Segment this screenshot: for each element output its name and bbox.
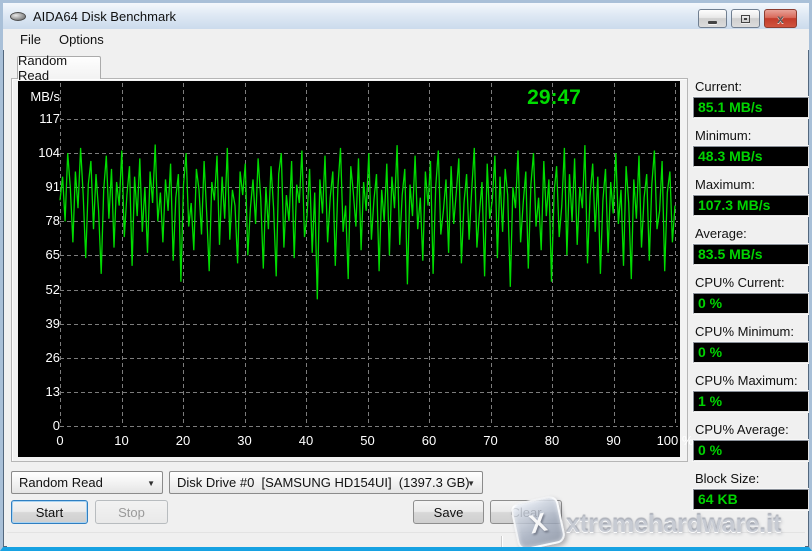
menu-bar: File Options xyxy=(3,29,809,50)
stat-row: CPU% Current: 0 % xyxy=(693,275,809,314)
disk-icon xyxy=(10,10,27,23)
stat-value: 0 % xyxy=(693,440,809,461)
stat-label: Minimum: xyxy=(695,128,809,143)
chevron-down-icon: ▼ xyxy=(467,480,475,488)
x-tick-label: 10 xyxy=(97,433,147,448)
drive-select[interactable]: Disk Drive #0 [SAMSUNG HD154UI] (1397.3 … xyxy=(169,471,483,494)
status-bar xyxy=(7,532,805,551)
stat-row: CPU% Average: 0 % xyxy=(693,422,809,461)
save-button-label: Save xyxy=(434,505,464,520)
x-tick-label: 70 xyxy=(466,433,516,448)
chart-canvas xyxy=(18,81,680,457)
x-tick-label: 100 % xyxy=(650,433,700,448)
stat-label: Maximum: xyxy=(695,177,809,192)
x-tick-label: 90 xyxy=(589,433,639,448)
y-tick-label: 0 xyxy=(26,418,60,433)
status-bar-divider xyxy=(501,536,502,549)
stat-value: 1 % xyxy=(693,391,809,412)
y-tick-label: 117 xyxy=(26,111,60,126)
x-tick-label: 0 xyxy=(35,433,85,448)
stat-label: Current: xyxy=(695,79,809,94)
stat-value: 0 % xyxy=(693,342,809,363)
menu-options[interactable]: Options xyxy=(50,30,113,49)
chevron-down-icon: ▼ xyxy=(147,480,155,488)
stat-row: Average: 83.5 MB/s xyxy=(693,226,809,265)
stat-row: Maximum: 107.3 MB/s xyxy=(693,177,809,216)
stop-button[interactable]: Stop xyxy=(95,500,168,524)
stat-value: 64 KB xyxy=(693,489,809,510)
benchmark-chart: MB/s 29:47 117104917865523926130 0102030… xyxy=(18,81,680,457)
stat-row: CPU% Minimum: 0 % xyxy=(693,324,809,363)
minimize-icon xyxy=(708,21,717,24)
stats-panel: Current: 85.1 MB/s Minimum: 48.3 MB/s Maximu… xyxy=(693,79,809,520)
y-tick-label: 78 xyxy=(26,213,60,228)
stat-row: Current: 85.1 MB/s xyxy=(693,79,809,118)
start-button[interactable]: Start xyxy=(11,500,88,524)
stat-row: Block Size: 64 KB xyxy=(693,471,809,510)
stop-button-label: Stop xyxy=(118,505,145,520)
stat-label: Average: xyxy=(695,226,809,241)
x-tick-label: 60 xyxy=(404,433,454,448)
y-tick-label: 13 xyxy=(26,384,60,399)
stat-value: 0 % xyxy=(693,293,809,314)
stat-value: 107.3 MB/s xyxy=(693,195,809,216)
y-tick-label: 26 xyxy=(26,350,60,365)
save-button[interactable]: Save xyxy=(413,500,484,524)
drive-select-value: Disk Drive #0 [SAMSUNG HD154UI] (1397.3 … xyxy=(177,475,470,490)
close-button[interactable]: x xyxy=(764,9,797,28)
y-tick-label: 104 xyxy=(26,145,60,160)
x-tick-label: 30 xyxy=(220,433,270,448)
stat-label: CPU% Minimum: xyxy=(695,324,809,339)
y-tick-label: 65 xyxy=(26,247,60,262)
stat-label: CPU% Current: xyxy=(695,275,809,290)
restore-icon xyxy=(741,15,750,23)
stat-label: CPU% Maximum: xyxy=(695,373,809,388)
clear-button[interactable]: Clear xyxy=(490,500,562,524)
x-tick-label: 40 xyxy=(281,433,331,448)
stat-value: 83.5 MB/s xyxy=(693,244,809,265)
y-tick-label: 91 xyxy=(26,179,60,194)
benchmark-type-select[interactable]: Random Read ▼ xyxy=(11,471,163,494)
y-tick-label: 39 xyxy=(26,316,60,331)
benchmark-type-value: Random Read xyxy=(19,475,103,490)
stat-row: Minimum: 48.3 MB/s xyxy=(693,128,809,167)
x-tick-label: 20 xyxy=(158,433,208,448)
app-window: AIDA64 Disk Benchmark x File Options Ran… xyxy=(0,0,812,551)
stat-value: 48.3 MB/s xyxy=(693,146,809,167)
clear-button-label: Clear xyxy=(510,505,541,520)
y-tick-label: 52 xyxy=(26,282,60,297)
title-bar[interactable]: AIDA64 Disk Benchmark xyxy=(3,3,809,29)
start-button-label: Start xyxy=(36,505,63,520)
stat-label: Block Size: xyxy=(695,471,809,486)
restore-button[interactable] xyxy=(731,9,760,28)
menu-file[interactable]: File xyxy=(11,30,50,49)
minimize-button[interactable] xyxy=(698,9,727,28)
x-tick-label: 80 xyxy=(527,433,577,448)
tab-label: Random Read xyxy=(18,53,100,83)
close-icon: x xyxy=(777,13,784,25)
window-title: AIDA64 Disk Benchmark xyxy=(33,9,176,24)
stat-row: CPU% Maximum: 1 % xyxy=(693,373,809,412)
x-tick-label: 50 xyxy=(343,433,393,448)
stat-value: 85.1 MB/s xyxy=(693,97,809,118)
stat-label: CPU% Average: xyxy=(695,422,809,437)
tab-random-read[interactable]: Random Read xyxy=(17,56,101,79)
